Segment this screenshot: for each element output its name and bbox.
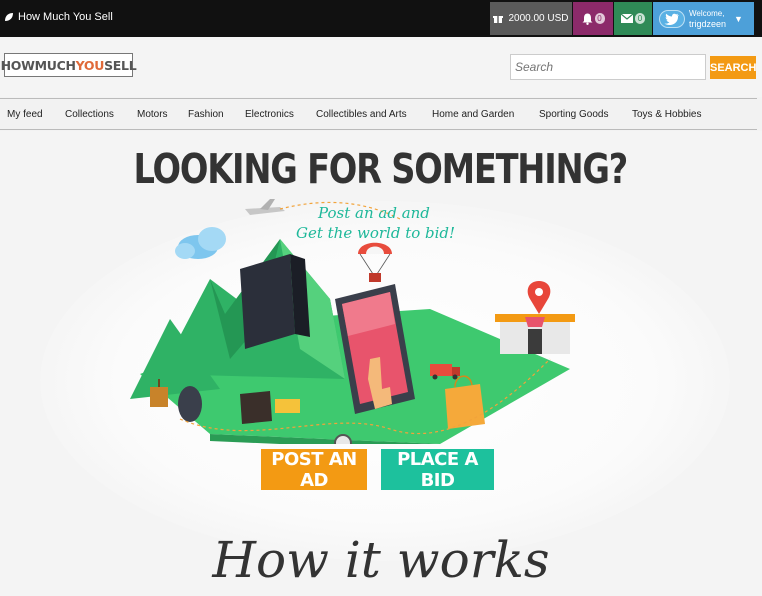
welcome-label: Welcome, [689,8,725,18]
parachute-gift-icon [358,242,392,282]
twitter-avatar [659,9,685,28]
logo-text-you: YOU [75,57,105,73]
site-logo[interactable]: HOWMUCH YOU SELL [0,53,137,77]
hero-title: LOOKING FOR SOMETHING? [133,145,629,193]
nav-item-sporting-goods[interactable]: Sporting Goods [539,109,609,120]
barrel-icon [178,386,202,422]
user-greeting: Welcome, trigdzeen [689,9,726,29]
nav-item-toys-and-hobbies[interactable]: Toys & Hobbies [632,109,701,120]
hero-tagline: Post an ad and Get the world to bid! [296,203,455,243]
hero-section: LOOKING FOR SOMETHING? Post an ad and Ge… [0,131,762,596]
notifications-button[interactable]: 0 [573,2,613,35]
tagline-line-1: Post an ad and [318,204,430,222]
nav-item-motors[interactable]: Motors [137,109,168,120]
notifications-count: 0 [594,13,605,24]
cloud-icon [175,227,226,259]
user-menu-button[interactable]: Welcome, trigdzeen ▼ [653,2,754,35]
balance-amount: 2000.00 USD [508,13,569,24]
logo-text-how-much: HOWMUCH [0,57,76,73]
tagline-line-2: Get the world to bid! [296,224,456,242]
leaf-icon [5,13,13,21]
bell-icon [582,13,592,25]
messages-count: 0 [635,13,645,24]
top-bar: How Much You Sell 2000.00 USD 0 0 Welcom… [0,0,762,37]
search-input[interactable] [510,54,706,80]
nav-item-electronics[interactable]: Electronics [245,109,294,120]
search-button[interactable]: SEARCH [710,56,756,79]
category-nav: My feed Collections Motors Fashion Elect… [0,98,757,130]
messages-button[interactable]: 0 [614,2,652,35]
shop-building [495,314,575,354]
chevron-down-icon: ▼ [734,13,743,24]
post-an-ad-button[interactable]: POST AN AD [261,449,367,491]
site-brand-link[interactable]: How Much You Sell [4,11,113,23]
balance-button[interactable]: 2000.00 USD [490,2,572,35]
gift-icon [493,15,504,23]
site-name: How Much You Sell [18,11,113,23]
username-label: trigdzeen [689,18,727,29]
twitter-bird-icon [664,13,679,25]
envelope-icon [621,14,633,23]
how-it-works-heading: How it works [212,531,550,589]
nav-item-collectibles-and-arts[interactable]: Collectibles and Arts [316,109,407,120]
magnifier-icon [334,434,352,444]
place-a-bid-button[interactable]: PLACE A BID [381,449,494,491]
airplane-icon [245,199,285,215]
nav-item-fashion[interactable]: Fashion [188,109,224,120]
logo-text-sell: SELL [104,57,137,73]
nav-item-home-and-garden[interactable]: Home and Garden [432,109,514,120]
nav-item-collections[interactable]: Collections [65,109,114,120]
nav-item-my-feed[interactable]: My feed [7,109,43,120]
solar-panel [240,254,295,349]
location-pin-icon [527,281,551,314]
site-header: HOWMUCH YOU SELL SEARCH [0,37,762,97]
